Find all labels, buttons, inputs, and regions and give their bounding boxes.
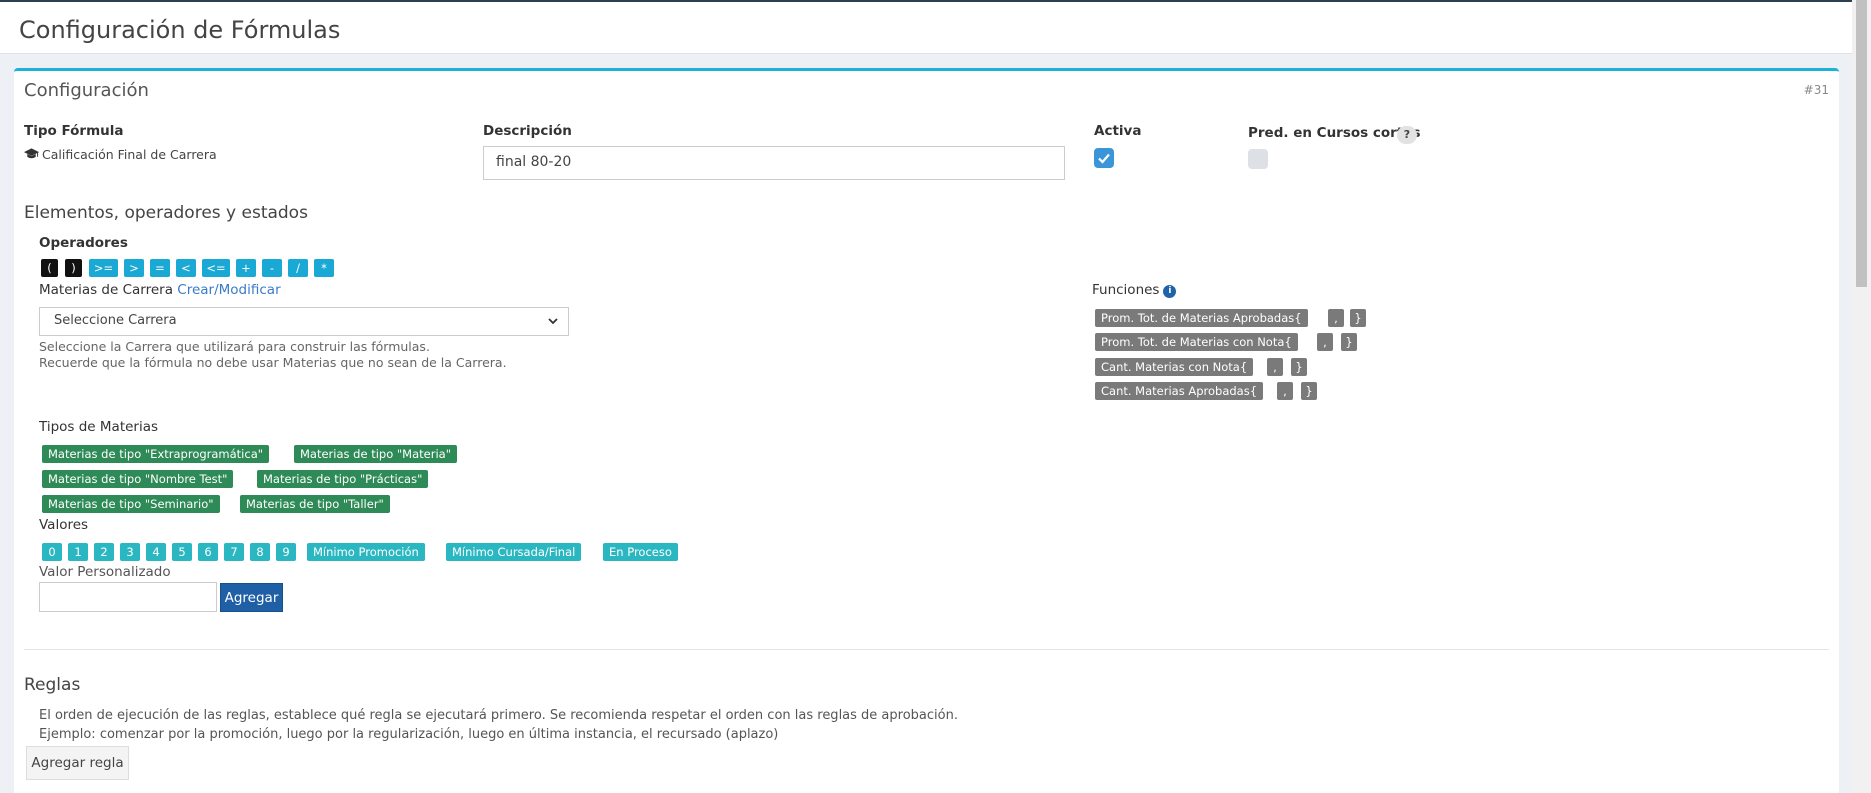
funcion-separator[interactable]: , bbox=[1317, 333, 1333, 351]
valor-2[interactable]: 2 bbox=[94, 543, 114, 561]
funcion-separator[interactable]: , bbox=[1267, 358, 1283, 376]
descripcion-input[interactable]: final 80-20 bbox=[483, 146, 1065, 180]
operator-gt[interactable]: > bbox=[124, 259, 144, 277]
carrera-select-value: Seleccione Carrera bbox=[54, 313, 177, 328]
reglas-title: Reglas bbox=[24, 675, 81, 695]
materias-label-row: Materias de Carrera Crear/Modificar bbox=[39, 282, 281, 298]
operator-eq[interactable]: = bbox=[150, 259, 170, 277]
checkmark-icon bbox=[1098, 153, 1110, 164]
tipo-seminario[interactable]: Materias de tipo "Seminario" bbox=[42, 495, 220, 513]
tipo-materia[interactable]: Materias de tipo "Materia" bbox=[294, 445, 457, 463]
tipos-label: Tipos de Materias bbox=[39, 419, 159, 435]
pred-cursos-label: Pred. en Cursos cortos bbox=[1248, 125, 1421, 141]
elementos-title: Elementos, operadores y estados bbox=[24, 203, 308, 223]
valor-personalizado-label: Valor Personalizado bbox=[39, 564, 171, 580]
operator-multiply[interactable]: * bbox=[314, 259, 334, 277]
funciones-label-row: Funciones i bbox=[1092, 282, 1177, 298]
funcion-close[interactable]: } bbox=[1350, 309, 1366, 327]
operadores-label: Operadores bbox=[39, 235, 128, 251]
tipo-practicas[interactable]: Materias de tipo "Prácticas" bbox=[257, 470, 429, 488]
operator-gte[interactable]: >= bbox=[89, 259, 118, 277]
tipo-nombre-test[interactable]: Materias de tipo "Nombre Test" bbox=[42, 470, 234, 488]
activa-checkbox[interactable] bbox=[1094, 148, 1114, 168]
vertical-scrollbar[interactable] bbox=[1852, 0, 1871, 793]
operator-divide[interactable]: / bbox=[288, 259, 308, 277]
valor-9[interactable]: 9 bbox=[276, 543, 296, 561]
valor-4[interactable]: 4 bbox=[146, 543, 166, 561]
configuracion-panel: Configuración #31 Tipo Fórmula Calificac… bbox=[14, 68, 1839, 793]
tipo-formula-text: Calificación Final de Carrera bbox=[42, 147, 217, 162]
reglas-help-1: El orden de ejecución de las reglas, est… bbox=[39, 708, 958, 723]
funcion-separator[interactable]: , bbox=[1277, 382, 1293, 400]
graduation-cap-icon bbox=[24, 148, 39, 159]
operator-lte[interactable]: <= bbox=[202, 259, 230, 277]
info-icon[interactable]: i bbox=[1163, 285, 1177, 298]
valor-minimo-promocion[interactable]: Mínimo Promoción bbox=[307, 543, 425, 561]
scrollbar-thumb[interactable] bbox=[1856, 0, 1867, 287]
activa-label: Activa bbox=[1094, 123, 1142, 139]
record-id: #31 bbox=[1803, 83, 1829, 97]
tipo-formula-value: Calificación Final de Carrera bbox=[24, 147, 217, 162]
chevron-down-icon bbox=[548, 318, 558, 325]
materias-help-2: Recuerde que la fórmula no debe usar Mat… bbox=[39, 355, 507, 370]
funcion-prom-aprobadas[interactable]: Prom. Tot. de Materias Aprobadas{ bbox=[1095, 309, 1308, 327]
valor-8[interactable]: 8 bbox=[250, 543, 270, 561]
funcion-separator[interactable]: , bbox=[1328, 309, 1344, 327]
valor-personalizado-input[interactable] bbox=[39, 582, 217, 612]
help-badge[interactable]: ? bbox=[1397, 126, 1417, 144]
funcion-close[interactable]: } bbox=[1341, 333, 1357, 351]
page-title: Configuración de Fórmulas bbox=[19, 16, 341, 44]
valor-minimo-cursada-final[interactable]: Mínimo Cursada/Final bbox=[446, 543, 582, 561]
section-divider bbox=[24, 649, 1829, 650]
funcion-cant-aprobadas[interactable]: Cant. Materias Aprobadas{ bbox=[1095, 382, 1264, 400]
funcion-prom-con-nota[interactable]: Prom. Tot. de Materias con Nota{ bbox=[1095, 333, 1298, 351]
pred-cursos-checkbox[interactable] bbox=[1248, 149, 1268, 169]
tipo-formula-label: Tipo Fórmula bbox=[24, 123, 124, 139]
funcion-close[interactable]: } bbox=[1291, 358, 1307, 376]
valor-6[interactable]: 6 bbox=[198, 543, 218, 561]
valores-label: Valores bbox=[39, 517, 89, 533]
reglas-help-2: Ejemplo: comenzar por la promoción, lueg… bbox=[39, 727, 779, 742]
operator-close-paren[interactable]: ) bbox=[65, 259, 82, 277]
tipo-taller[interactable]: Materias de tipo "Taller" bbox=[240, 495, 390, 513]
materias-label: Materias de Carrera bbox=[39, 282, 173, 298]
carrera-select[interactable]: Seleccione Carrera bbox=[39, 307, 569, 336]
operator-minus[interactable]: - bbox=[262, 259, 282, 277]
valor-en-proceso[interactable]: En Proceso bbox=[603, 543, 678, 561]
valor-3[interactable]: 3 bbox=[120, 543, 140, 561]
funcion-close[interactable]: } bbox=[1301, 382, 1317, 400]
tipo-extraprogramatica[interactable]: Materias de tipo "Extraprogramática" bbox=[42, 445, 270, 463]
descripcion-label: Descripción bbox=[483, 123, 572, 139]
crear-modificar-link[interactable]: Crear/Modificar bbox=[177, 282, 280, 298]
agregar-valor-button[interactable]: Agregar bbox=[220, 583, 283, 612]
page-header: Configuración de Fórmulas bbox=[0, 2, 1852, 54]
valor-0[interactable]: 0 bbox=[42, 543, 62, 561]
funciones-label: Funciones bbox=[1092, 282, 1160, 298]
operator-plus[interactable]: + bbox=[236, 259, 256, 277]
operator-open-paren[interactable]: ( bbox=[41, 259, 58, 277]
agregar-regla-button[interactable]: Agregar regla bbox=[26, 746, 129, 780]
valor-7[interactable]: 7 bbox=[224, 543, 244, 561]
funcion-cant-con-nota[interactable]: Cant. Materias con Nota{ bbox=[1095, 358, 1254, 376]
valor-1[interactable]: 1 bbox=[68, 543, 88, 561]
valor-5[interactable]: 5 bbox=[172, 543, 192, 561]
descripcion-value: final 80-20 bbox=[496, 154, 572, 170]
panel-title: Configuración bbox=[24, 80, 149, 101]
materias-help-1: Seleccione la Carrera que utilizará para… bbox=[39, 339, 430, 354]
operator-lt[interactable]: < bbox=[176, 259, 196, 277]
